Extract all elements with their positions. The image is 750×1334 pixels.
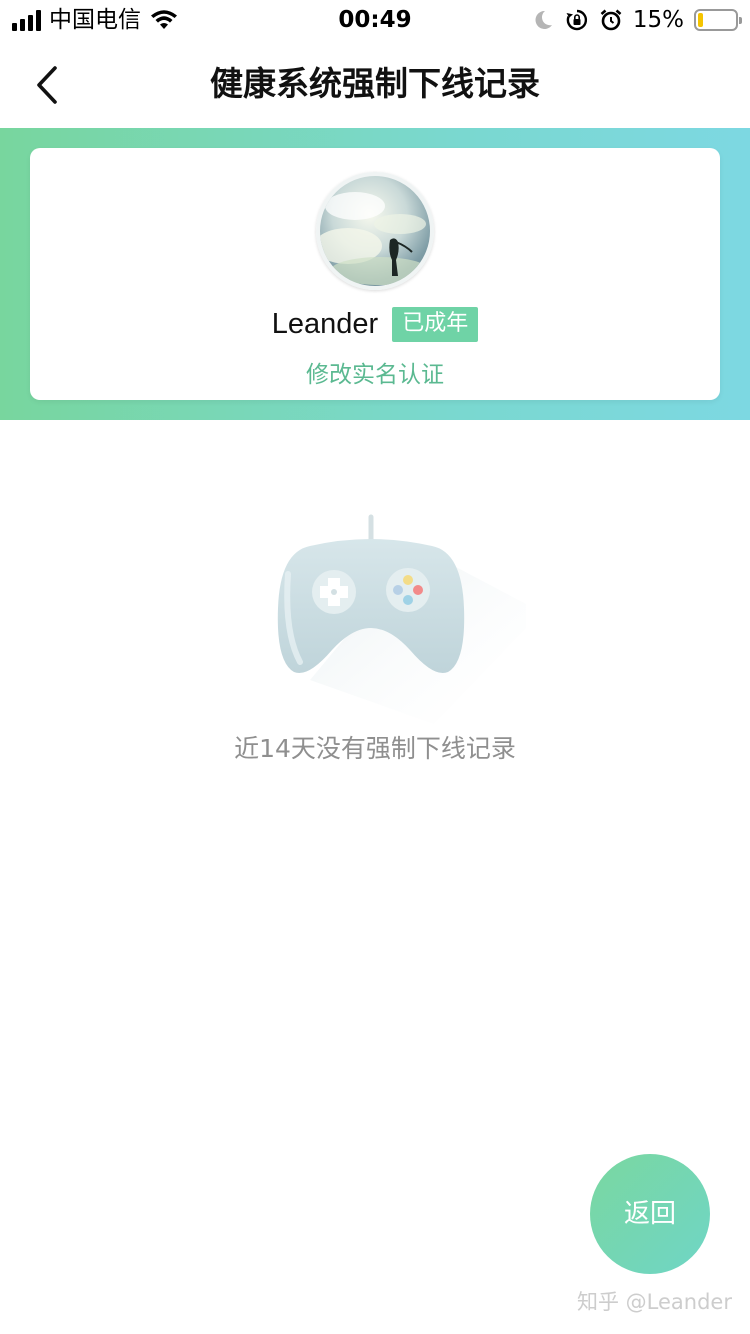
rotation-lock-icon [566, 9, 587, 31]
watermark: 知乎 @Leander [577, 1290, 732, 1314]
empty-state-message: 近14天没有强制下线记录 [234, 734, 516, 763]
battery-icon [694, 9, 742, 31]
battery-level [698, 13, 703, 27]
battery-percent: 15% [632, 7, 684, 33]
gamepad-icon [277, 514, 526, 724]
edit-real-name-verification-link[interactable]: 修改实名认证 [30, 360, 720, 390]
name-row: Leander 已成年 [30, 306, 720, 342]
return-button[interactable]: 返回 [590, 1154, 710, 1274]
return-button-label: 返回 [623, 1199, 676, 1229]
moon-icon [535, 10, 552, 29]
user-name: Leander [271, 308, 379, 340]
adult-status-badge: 已成年 [392, 306, 479, 342]
avatar [316, 172, 434, 290]
status-right: 15% [531, 7, 742, 33]
page-title: 健康系统强制下线记录 [210, 64, 540, 103]
alarm-icon [600, 9, 622, 31]
status-bar: 中国电信 00:49 15% [0, 0, 750, 40]
nav-bar: 健康系统强制下线记录 [0, 44, 750, 128]
avatar-image [320, 192, 430, 285]
profile-card: Leander 已成年 修改实名认证 [30, 148, 720, 400]
